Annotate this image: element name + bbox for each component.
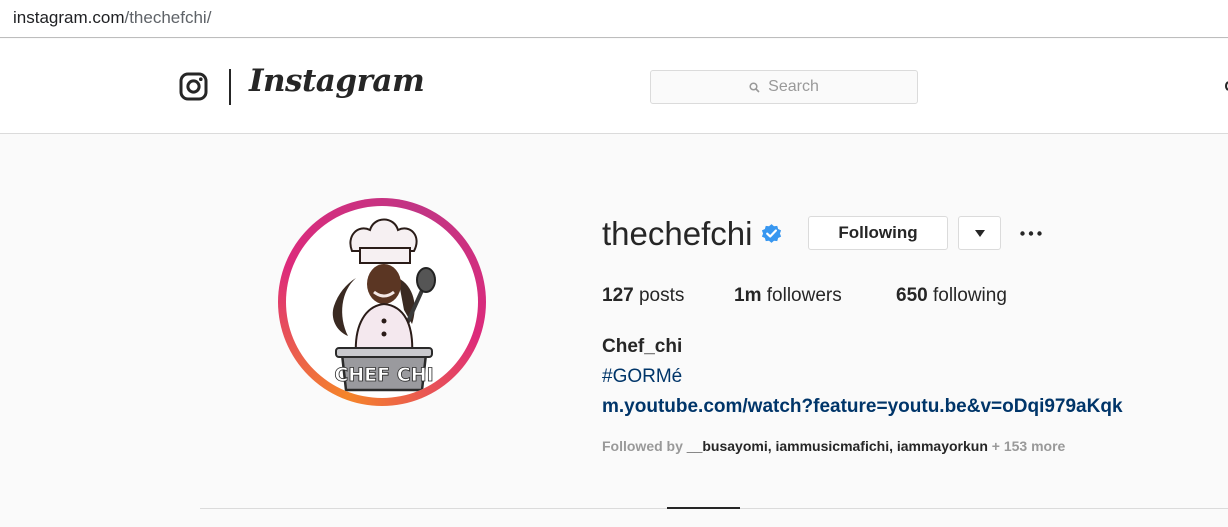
followers-label: followers <box>766 285 842 306</box>
posts-number: 127 <box>602 285 634 306</box>
instagram-glyph-icon[interactable] <box>179 72 208 101</box>
followers-number: 1m <box>734 285 762 306</box>
nav-edge-icon <box>1225 81 1228 91</box>
posts-count: 127 posts <box>602 283 684 309</box>
followed-by-more: + 153 more <box>987 438 1066 454</box>
avatar-image: CHEF CHI <box>286 206 478 398</box>
profile-username: thechefchi <box>602 215 753 252</box>
top-navigation: Instagram Search <box>0 39 1228 134</box>
avatar-logo-text: CHEF CHI <box>334 364 433 386</box>
search-input[interactable]: Search <box>650 70 918 104</box>
followers-count[interactable]: 1m followers <box>734 283 842 309</box>
instagram-wordmark[interactable]: Instagram <box>249 63 425 99</box>
following-count[interactable]: 650 following <box>896 283 1007 309</box>
caret-down-icon <box>974 229 985 237</box>
posts-label: posts <box>638 285 685 306</box>
following-label: following <box>932 285 1007 306</box>
verified-badge-icon <box>761 224 782 243</box>
following-number: 650 <box>896 285 928 306</box>
bio-hashtag-link[interactable]: #GORMé <box>602 364 682 390</box>
followed-by-prefix: Followed by <box>602 438 687 454</box>
bio-external-link[interactable]: m.youtube.com/watch?feature=youtu.be&v=o… <box>602 394 1123 420</box>
profile-full-name: Chef_chi <box>602 336 683 357</box>
profile-avatar[interactable]: CHEF CHI <box>278 198 486 406</box>
more-options-icon <box>1020 230 1042 236</box>
browser-address-bar[interactable]: instagram.com/thechefchi/ <box>0 0 1228 38</box>
more-options-button[interactable] <box>1018 222 1044 244</box>
url-path: /thechefchi/ <box>124 8 212 27</box>
search-icon <box>749 81 760 93</box>
followed-by-text[interactable]: Followed by __busayomi, iammusicmafichi,… <box>602 436 1065 456</box>
url-host: instagram.com <box>13 8 125 27</box>
suggestions-dropdown-button[interactable] <box>958 216 1001 250</box>
chef-chi-logo: CHEF CHI <box>332 218 436 392</box>
nav-divider <box>229 69 231 105</box>
followed-by-names: __busayomi, iammusicmafichi, iammayorkun <box>686 438 988 454</box>
search-placeholder: Search <box>768 78 819 95</box>
active-tab-indicator <box>667 507 740 509</box>
following-button[interactable]: Following <box>808 216 948 250</box>
